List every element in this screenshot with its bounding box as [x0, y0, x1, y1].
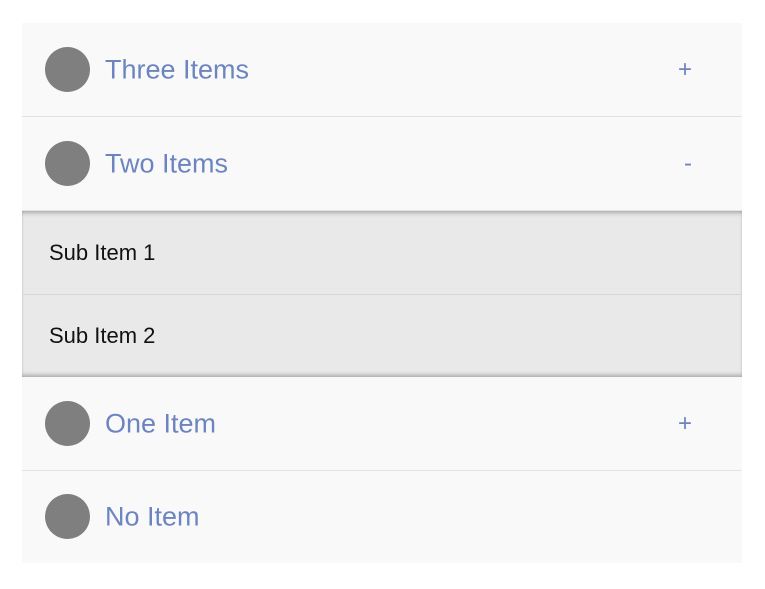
sub-item[interactable]: Sub Item 1: [22, 211, 742, 294]
sub-item-panel: Sub Item 1 Sub Item 2: [22, 211, 742, 377]
avatar: [45, 140, 90, 186]
collapse-toggle-icon[interactable]: -: [684, 151, 692, 176]
expand-toggle-icon[interactable]: +: [678, 411, 692, 436]
item-title: No Item: [105, 501, 200, 532]
accordion-item-one-item[interactable]: One Item +: [22, 377, 742, 471]
avatar: [45, 46, 90, 92]
accordion: Three Items + Two Items - Sub Item 1 Sub…: [22, 23, 742, 563]
item-title: Two Items: [105, 148, 229, 178]
accordion-item-three-items[interactable]: Three Items +: [22, 23, 742, 117]
avatar: [45, 494, 90, 539]
sub-item[interactable]: Sub Item 2: [22, 294, 742, 377]
item-title: Three Items: [105, 54, 250, 84]
accordion-item-two-items[interactable]: Two Items -: [22, 117, 742, 211]
item-title: One Item: [105, 408, 217, 438]
avatar: [45, 400, 90, 446]
sub-item-label: Sub Item 1: [49, 239, 156, 265]
sub-item-label: Sub Item 2: [49, 323, 156, 348]
accordion-item-no-item[interactable]: No Item: [22, 471, 742, 563]
expand-toggle-icon[interactable]: +: [678, 57, 692, 82]
